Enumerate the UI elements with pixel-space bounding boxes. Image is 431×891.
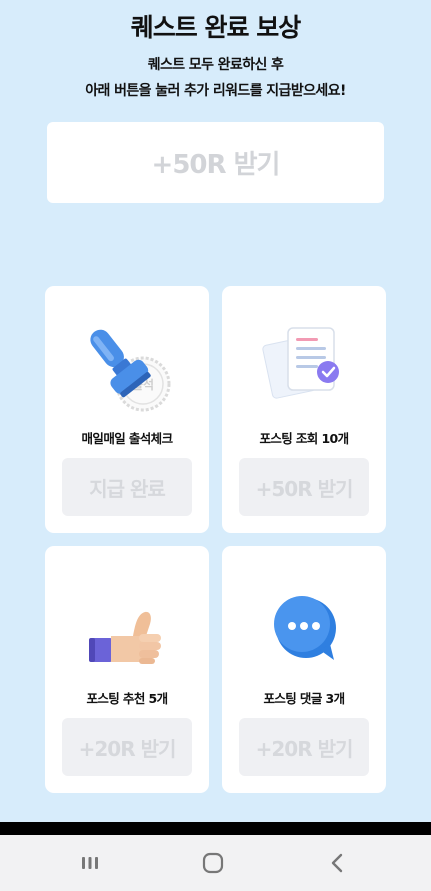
quest-claim-button[interactable]: +50R 받기	[239, 458, 369, 516]
back-icon[interactable]	[322, 849, 352, 877]
page-title: 퀘스트 완료 보상	[130, 13, 301, 42]
chat-bubble-icon	[254, 576, 354, 676]
recent-apps-icon[interactable]	[75, 849, 105, 877]
thumbs-up-icon	[77, 576, 177, 676]
subtitle-line-2: 아래 버튼을 눌러 추가 리워드를 지급받으세요!	[85, 83, 346, 99]
quest-claim-button[interactable]: +20R 받기	[62, 718, 192, 776]
quest-reward-screen: 퀘스트 완료 보상 퀘스트 모두 완료하신 후 아래 버튼을 눌러 추가 리워드…	[0, 0, 431, 822]
bottom-divider-bar	[0, 822, 431, 835]
quest-card-posting-likes: 포스팅 추천 5개 +20R 받기	[45, 546, 209, 793]
subtitle-line-1: 퀘스트 모두 완료하신 후	[147, 57, 284, 73]
system-navigation-bar	[0, 835, 431, 891]
quest-card-posting-views: 포스팅 조회 10개 +50R 받기	[222, 286, 386, 533]
attendance-stamp-icon: 출석	[77, 316, 177, 416]
home-icon[interactable]	[198, 849, 228, 877]
quest-label: 포스팅 추천 5개	[86, 691, 168, 706]
page-subtitle: 퀘스트 모두 완료하신 후 아래 버튼을 눌러 추가 리워드를 지급받으세요!	[0, 52, 431, 104]
quest-card-posting-comments: 포스팅 댓글 3개 +20R 받기	[222, 546, 386, 793]
quest-card-attendance: 출석 매일매일 출석체크 지급 완료	[45, 286, 209, 533]
quest-label: 매일매일 출석체크	[81, 431, 174, 446]
quest-claim-button[interactable]: 지급 완료	[62, 458, 192, 516]
documents-check-icon	[254, 316, 354, 416]
quest-label: 포스팅 조회 10개	[259, 431, 349, 446]
quest-claim-button[interactable]: +20R 받기	[239, 718, 369, 776]
claim-total-reward-button[interactable]: +50R 받기	[47, 122, 384, 203]
quest-label: 포스팅 댓글 3개	[263, 691, 345, 706]
